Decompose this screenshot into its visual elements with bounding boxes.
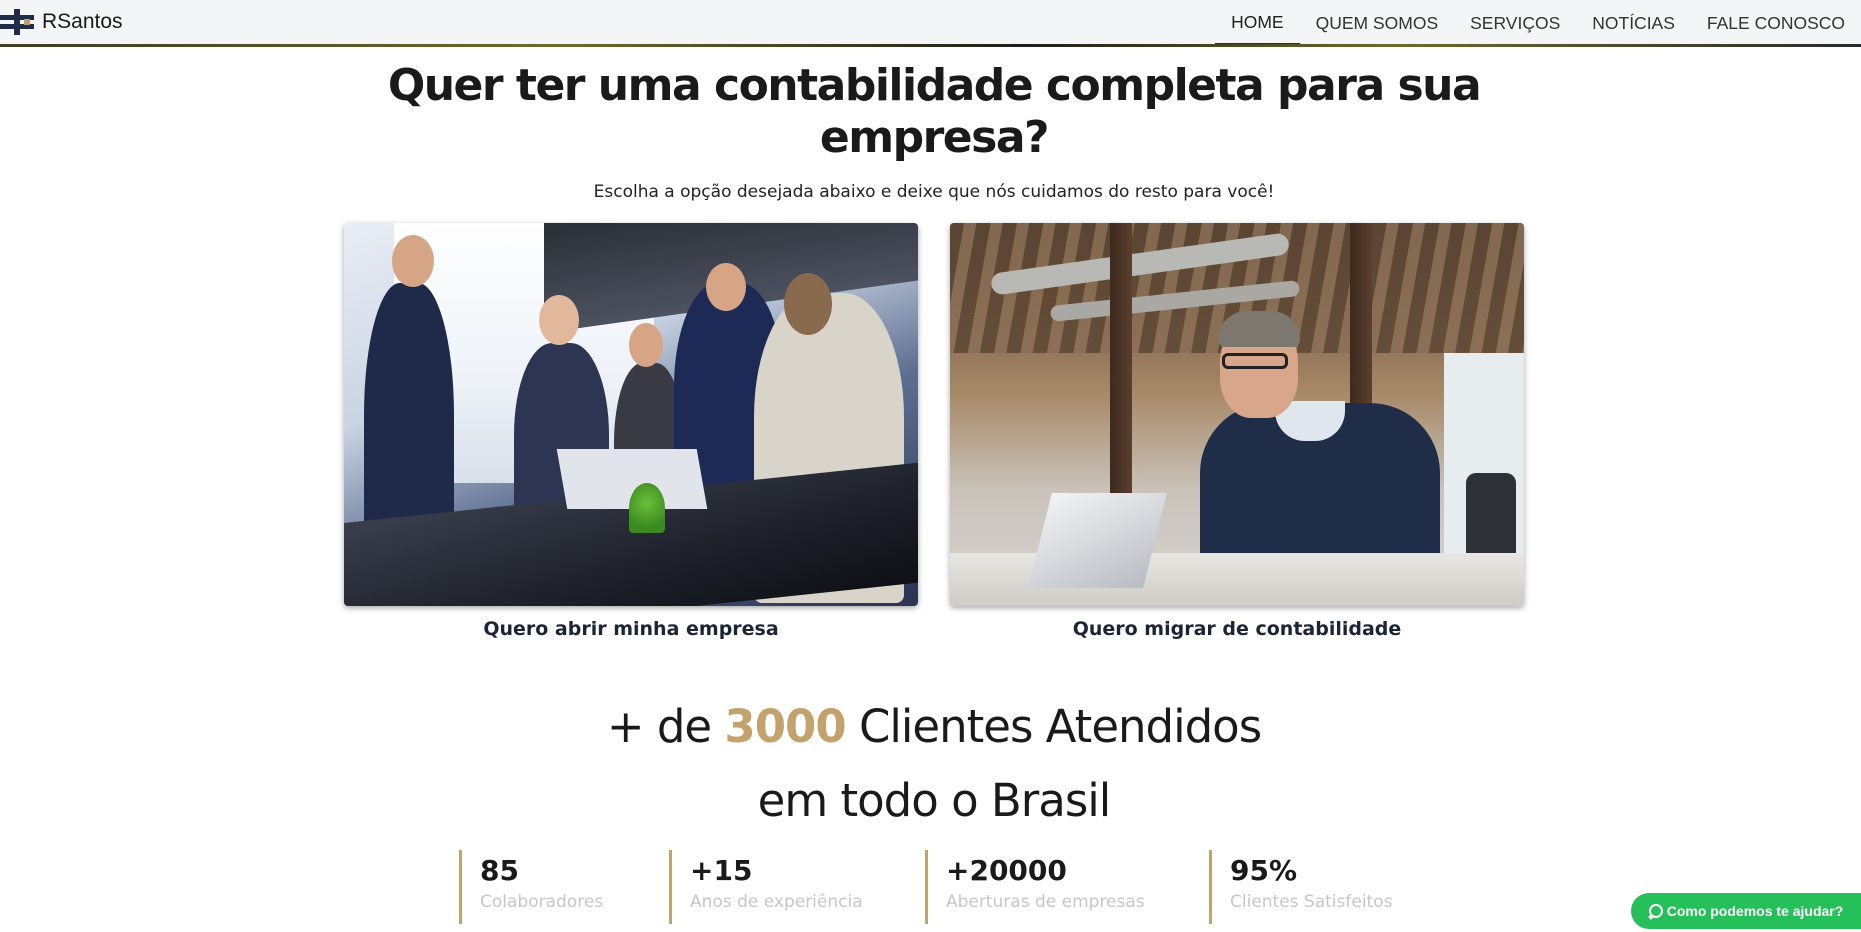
hero-title-line1: Quer ter uma contabilidade completa para… xyxy=(387,60,1482,111)
clients-prefix: + de xyxy=(606,700,725,753)
clients-line2: em todo o Brasil xyxy=(757,774,1112,827)
man-on-phone-image[interactable] xyxy=(950,223,1524,606)
main-nav: HOME QUEM SOMOS SERVIÇOS NOTÍCIAS FALE C… xyxy=(1215,0,1861,47)
brand-logo-icon xyxy=(0,7,36,37)
stat-value: 85 xyxy=(480,854,519,887)
card-migrar-contabilidade[interactable]: Quero migrar de contabilidade xyxy=(950,223,1524,640)
brand-name: RSantos xyxy=(42,10,123,33)
clients-number: 3000 xyxy=(724,700,846,753)
nav-link-home[interactable]: HOME xyxy=(1215,2,1300,45)
card-abrir-empresa[interactable]: Quero abrir minha empresa xyxy=(344,223,918,640)
stat-colaboradores: 85 Colaboradores xyxy=(459,850,603,924)
whatsapp-label: Como podemos te ajudar? xyxy=(1666,903,1844,919)
stat-experiencia: +15 Anos de experiência xyxy=(669,850,863,924)
stat-value: 95% xyxy=(1230,854,1298,887)
stat-label: Colaboradores xyxy=(480,892,604,912)
navbar: RSantos HOME QUEM SOMOS SERVIÇOS NOTÍCIA… xyxy=(0,0,1861,47)
nav-link-servicos[interactable]: SERVIÇOS xyxy=(1454,2,1576,45)
stat-label: Aberturas de empresas xyxy=(946,892,1145,912)
clients-suffix: Clientes Atendidos xyxy=(845,700,1262,753)
stat-label: Clientes Satisfeitos xyxy=(1230,892,1393,912)
stat-aberturas: +20000 Aberturas de empresas xyxy=(925,850,1145,924)
hero-subtitle: Escolha a opção desejada abaixo e deixe … xyxy=(593,182,1275,202)
whatsapp-icon xyxy=(1648,904,1663,918)
card-caption-abrir[interactable]: Quero abrir minha empresa xyxy=(344,618,918,640)
stat-value: +15 xyxy=(690,854,753,887)
stats-row: 85 Colaboradores +15 Anos de experiência… xyxy=(0,850,1861,932)
stat-label: Anos de experiência xyxy=(690,892,863,912)
stat-value: +20000 xyxy=(946,854,1067,887)
stat-satisfeitos: 95% Clientes Satisfeitos xyxy=(1209,850,1392,924)
clients-headline: + de 3000 Clientes Atendidos em todo o B… xyxy=(0,690,1861,838)
nav-link-noticias[interactable]: NOTÍCIAS xyxy=(1576,2,1691,45)
nav-link-quem-somos[interactable]: QUEM SOMOS xyxy=(1300,2,1455,45)
hero-title: Quer ter uma contabilidade completa para… xyxy=(0,60,1861,164)
business-meeting-image[interactable] xyxy=(344,223,918,606)
nav-link-fale-conosco[interactable]: FALE CONOSCO xyxy=(1691,2,1861,45)
hero-title-line2: empresa? xyxy=(819,112,1050,163)
whatsapp-help-button[interactable]: Como podemos te ajudar? xyxy=(1631,893,1861,929)
card-caption-migrar[interactable]: Quero migrar de contabilidade xyxy=(950,618,1524,640)
brand-link[interactable]: RSantos xyxy=(0,0,123,44)
